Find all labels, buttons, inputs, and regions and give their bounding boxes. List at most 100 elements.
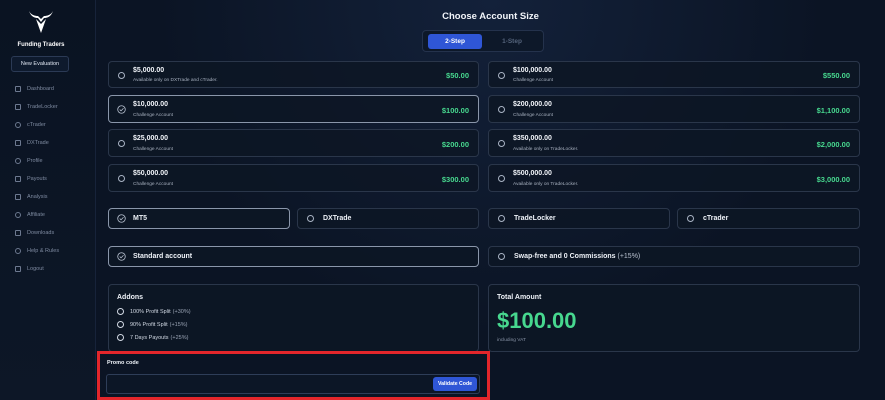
account-card-5k[interactable]: $5,000.00 Available only on DXTrade and … [108,61,479,88]
account-type-swap-free[interactable]: Swap-free and 0 Commissions (+15%) [488,246,860,267]
chart-icon [15,104,21,110]
check-circle-icon [117,252,126,261]
platform-option-dxtrade[interactable]: DXTrade [297,208,479,229]
page-title: Choose Account Size [442,11,539,22]
radio-icon [498,175,505,182]
sidebar-item-dashboard[interactable]: Dashboard [15,80,59,98]
radio-icon [498,106,505,113]
help-icon [15,248,21,254]
tab-2-step[interactable]: 2-Step [428,34,482,49]
account-card-350k[interactable]: $350,000.00 Available only on TradeLocke… [488,129,860,157]
platform-label: TradeLocker [514,215,556,222]
radio-icon [118,140,125,147]
platform-option-tradelocker[interactable]: TradeLocker [488,208,670,229]
radio-icon [498,215,505,222]
tab-1-step[interactable]: 1-Step [485,34,539,49]
platform-label: MT5 [133,215,147,222]
sidebar-item-label: Profile [27,158,43,164]
home-icon [15,86,21,92]
promo-code-label: Promo code [107,360,139,366]
account-card-10k[interactable]: $10,000.00 Challenge Account $100.00 [108,95,479,123]
account-type-label: Swap-free and 0 Commissions (+15%) [514,253,640,260]
addon-suffix: (+15%) [169,321,188,328]
account-price: $550.00 [822,71,850,80]
account-subtitle: Challenge Account [513,78,554,83]
sidebar-item-help[interactable]: Help & Rules [15,242,59,260]
addon-label: 7 Days Payouts [130,334,169,341]
account-card-500k[interactable]: $500,000.00 Available only on TradeLocke… [488,164,860,192]
sidebar-item-ctrader[interactable]: cTrader [15,116,59,134]
sidebar-item-label: Help & Rules [27,248,60,254]
platform-option-mt5[interactable]: MT5 [108,208,290,229]
sidebar: Funding Traders New Evaluation Dashboard… [0,0,96,400]
total-note: including VAT [497,338,526,343]
account-card-200k[interactable]: $200,000.00 Challenge Account $1,100.00 [488,95,860,123]
account-card-100k[interactable]: $100,000.00 Challenge Account $550.00 [488,61,860,88]
account-price: $50.00 [446,71,469,80]
sidebar-item-payouts[interactable]: Payouts [15,170,59,188]
platform-label: cTrader [703,215,729,222]
account-subtitle: Challenge Account [133,113,174,118]
account-price: $1,100.00 [816,106,850,115]
account-price: $2,000.00 [816,140,850,149]
account-amount: $350,000.00 [513,135,552,142]
account-subtitle: Challenge Account [513,113,554,118]
dx-icon [15,140,21,146]
brand-name: Funding Traders [17,42,65,48]
radio-icon [118,72,125,79]
sidebar-item-tradelocker[interactable]: TradeLocker [15,98,59,116]
promo-code-input[interactable]: Validate Code [106,374,480,394]
total-panel: Total Amount $100.00 including VAT [488,284,860,352]
addon-option[interactable]: 90% Profit Split (+15%) [117,321,188,328]
account-price: $300.00 [441,175,469,184]
sidebar-item-label: Payouts [27,176,47,182]
sidebar-item-label: Affiliate [27,212,45,218]
new-evaluation-button[interactable]: New Evaluation [11,56,69,72]
sidebar-item-logout[interactable]: Logout [15,260,59,278]
radio-icon [117,308,124,315]
check-circle-icon [117,105,126,114]
account-price: $200.00 [441,140,469,149]
sidebar-item-profile[interactable]: Profile [15,152,59,170]
account-type-label: Standard account [133,253,193,260]
sidebar-item-label: Logout [27,266,44,272]
validate-code-button[interactable]: Validate Code [433,377,477,391]
account-type-standard[interactable]: Standard account [108,246,479,267]
sidebar-item-label: Downloads [27,230,55,236]
addons-title: Addons [117,294,144,301]
platform-option-ctrader[interactable]: cTrader [677,208,860,229]
sidebar-item-label: Analysis [27,194,48,200]
addon-label: 100% Profit Split [130,308,171,315]
sidebar-item-analysis[interactable]: Analysis [15,188,59,206]
logout-icon [15,266,21,272]
total-title: Total Amount [497,294,542,301]
account-type-suffix: (+15%) [617,253,641,260]
addon-label: 90% Profit Split [130,321,168,328]
account-card-25k[interactable]: $25,000.00 Challenge Account $200.00 [108,129,479,157]
addon-option[interactable]: 7 Days Payouts (+25%) [117,334,188,341]
account-card-50k[interactable]: $50,000.00 Challenge Account $300.00 [108,164,479,192]
sidebar-nav: Dashboard TradeLocker cTrader DXTrade Pr… [15,80,59,278]
account-subtitle: Available only on TradeLocker. [513,182,579,187]
account-amount: $10,000.00 [133,101,169,108]
total-amount: $100.00 [497,308,577,333]
account-amount: $50,000.00 [133,170,169,177]
affiliate-icon [15,212,21,218]
sidebar-item-downloads[interactable]: Downloads [15,224,59,242]
addon-suffix: (+30%) [172,308,191,315]
radio-icon [498,140,505,147]
addon-option[interactable]: 100% Profit Split (+30%) [117,308,191,315]
bull-logo-icon [29,11,53,33]
download-icon [15,230,21,236]
sidebar-item-affiliate[interactable]: Affiliate [15,206,59,224]
user-icon [15,158,21,164]
account-type-text: Swap-free and 0 Commissions [514,253,616,260]
radio-icon [117,334,124,341]
account-subtitle: Available only on DXTrade and cTrader. [133,78,218,83]
radio-icon [498,253,505,260]
account-subtitle: Challenge Account [133,147,174,152]
sidebar-item-dxtrade[interactable]: DXTrade [15,134,59,152]
sidebar-item-label: Dashboard [27,86,54,92]
addon-suffix: (+25%) [170,334,189,341]
sidebar-item-label: cTrader [27,122,46,128]
